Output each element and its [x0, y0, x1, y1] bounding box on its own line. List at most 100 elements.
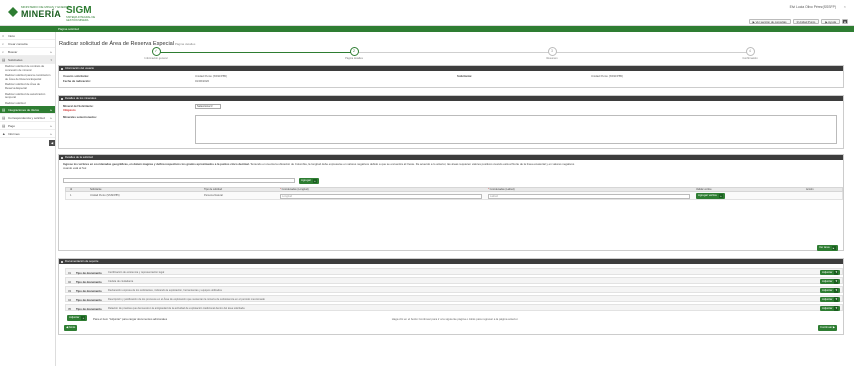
step-label: Información general [144, 57, 168, 60]
doc-type-label: Tipo de documento [76, 306, 102, 311]
sidebar-item-requests[interactable]: ▤ Solicitudes ▾ [0, 56, 55, 64]
mineral-select[interactable]: Seleccionar ▾ [195, 104, 221, 109]
add-vertex-button[interactable]: Agregar + [299, 178, 319, 184]
sidebar-item-label: Inicio [8, 34, 16, 38]
step-3: 3 Resumen [522, 47, 582, 63]
help-button[interactable]: ▶ Ayuda [821, 19, 840, 24]
panel-title: Detalles de los minerales [65, 96, 97, 100]
map-icon: ▸ [831, 245, 836, 250]
step-1: ✓ Información general [126, 47, 186, 63]
panel-header: Información del usuario [59, 66, 843, 71]
validate-vertex-label: Agregar vértice [698, 193, 717, 198]
logo-app-subtitle: SISTEMA INTEGRAL DE GESTIÓN MINERA [66, 16, 96, 22]
sidebar-item-titles[interactable]: ▤ Integraciones de títulos ▸ [0, 106, 55, 115]
attach-button[interactable]: Adjuntar ▼ [820, 305, 841, 312]
doc-number: 03 [68, 288, 72, 293]
logo[interactable]: MINISTERIO DE MINAS Y ENERGÍA MINERÍA SI… [8, 4, 98, 22]
bullet-icon [61, 156, 63, 159]
step-2: 2 Página detalles [324, 47, 384, 63]
view-area-button[interactable]: Ver área ▸ [817, 245, 838, 251]
longitude-input[interactable]: Longitud [280, 193, 482, 199]
doc-number: 01 [68, 270, 72, 275]
document-row: 02 Tipo de documento Cédula de ciudadaní… [65, 277, 843, 285]
column-header-text: Coordenadas (Latitud) [489, 188, 515, 191]
document-row: 05 Tipo de documento Relación de pruebas… [65, 304, 843, 312]
row-id: 1 [70, 194, 72, 197]
vertex-input[interactable] [63, 178, 295, 183]
sidebar-item-search[interactable]: ⌕ Buscar ▸ [0, 48, 55, 56]
user-info-panel: Información del usuario Usuario solicita… [58, 65, 844, 88]
panel-header: Documentación de soporte [59, 259, 843, 264]
sidebar-item-home[interactable]: ⌂ Inicio [0, 32, 55, 40]
date-value: 01/06/2020 [195, 79, 209, 83]
attach-button[interactable]: Adjuntar ▼ [820, 269, 841, 276]
user-label: Usuario solicitante: [63, 74, 89, 78]
sidebar-item-create-query[interactable]: ⌕ Crear consulta [0, 40, 55, 48]
document-row: 04 Tipo de documento Descripción y justi… [65, 295, 843, 303]
attach-button[interactable]: Adjuntar ▼ [820, 296, 841, 303]
list-icon: ▤ [2, 108, 6, 113]
applicant-label: Solicitante: [457, 74, 473, 78]
doc-description: Relación de pruebas que demuestren la an… [108, 306, 245, 310]
row-type: Persona Natural [204, 194, 223, 197]
sidebar-item-label: Crear consulta [8, 42, 28, 46]
panel-title: Detalles de la solicitud [65, 155, 93, 159]
breadcrumb[interactable]: Página solicitud [58, 27, 79, 31]
doc-type-label: Tipo de documento [76, 279, 102, 284]
attach-icon: ▼ [834, 306, 839, 311]
doc-number: 04 [68, 297, 72, 302]
list-icon: ▤ [2, 116, 6, 121]
sidebar: ⌂ Inicio ⌕ Crear consulta ⌕ Buscar ▸ ▤ S… [0, 32, 56, 366]
sidebar-subitem[interactable]: Radicar solicitud de contrato de concesi… [0, 64, 55, 73]
close-icon[interactable]: × [844, 4, 846, 9]
attach-button[interactable]: Adjuntar ▼ [820, 287, 841, 294]
attach-label: Adjuntar [822, 269, 833, 274]
chevron-right-icon: ▸ [50, 108, 52, 113]
doc-description: Cédula de ciudadanía [108, 279, 134, 283]
area-panel: Detalles de la solicitud Ingrese los vér… [58, 154, 844, 251]
document-row: 03 Tipo de documento Declaración expresa… [65, 286, 843, 294]
bullet-icon [61, 67, 63, 70]
sidebar-item-label: Solicitudes [8, 58, 23, 62]
search-icon: ⌕ [2, 50, 5, 54]
sidebar-item-label: Integraciones de títulos [8, 108, 40, 113]
minerals-panel: Detalles de los minerales Mineral del So… [58, 95, 844, 149]
menu-icon[interactable]: ■ [842, 19, 848, 24]
list-icon: ▤ [2, 124, 6, 129]
panel-title: Información del usuario [65, 66, 95, 70]
selected-minerals-label: Minerales seleccionados: [63, 115, 97, 119]
chevron-right-icon: ▸ [50, 124, 52, 129]
sidebar-subitem[interactable]: Radicar solicitud para la constitución d… [0, 73, 55, 82]
logo-brand: MINERÍA [21, 9, 62, 19]
search-icon: ⌕ [2, 42, 5, 46]
consult-button[interactable]: ▶ Ver sección de consultas [748, 19, 791, 24]
sidebar-item-label: Correspondencia y solicitud [8, 116, 45, 121]
continue-button[interactable]: Continuar ▶ [818, 325, 838, 331]
sidebar-item-payment[interactable]: ▤ Pago ▸ [0, 122, 55, 131]
wizard-stepper: ✓ Información general 2 Página detalles … [64, 47, 824, 63]
top-bar: MINISTERIO DE MINAS Y ENERGÍA MINERÍA SI… [0, 0, 854, 26]
chevron-right-icon: ▸ [50, 116, 52, 121]
user-value: Unidad Punto (SSSFP85) [195, 74, 227, 78]
collapse-sidebar-icon[interactable]: ◀ [49, 140, 55, 146]
view-area-label: Ver área [819, 245, 830, 249]
mineral-label: Mineral del Solicitante: Obligatorio [63, 104, 93, 112]
validate-vertex-button[interactable]: Agregar vértice + [696, 193, 725, 199]
doc-number: 02 [68, 279, 72, 284]
step-label: Confirmación [742, 57, 758, 60]
bullet-icon [61, 97, 63, 100]
unit-button[interactable]: ℹ Unidad Punto [792, 19, 820, 24]
panel-title: Documentación de soporte [65, 259, 99, 263]
sidebar-subitem[interactable]: Radicar solicitud de Área de Reserva Esp… [0, 82, 55, 91]
sidebar-item-reports[interactable]: ▲ Informes ▸ [0, 130, 55, 139]
doc-number: 05 [68, 306, 72, 311]
selected-minerals-textarea[interactable] [195, 115, 837, 144]
document-row: 01 Tipo de documento Certificación de ex… [65, 268, 843, 276]
doc-type-label: Tipo de documento [76, 297, 102, 302]
sidebar-item-correspondence[interactable]: ▤ Correspondencia y solicitud ▸ [0, 114, 55, 123]
attach-button[interactable]: Adjuntar ▼ [820, 278, 841, 285]
sidebar-subitem[interactable]: Radicar solicitud de autorización tempor… [0, 92, 55, 101]
top-actions: ▶ Ver sección de consultas ℹ Unidad Punt… [748, 19, 848, 24]
back-button[interactable]: ◀ Atrás [64, 325, 78, 331]
latitude-input[interactable]: Latitud [488, 193, 690, 199]
